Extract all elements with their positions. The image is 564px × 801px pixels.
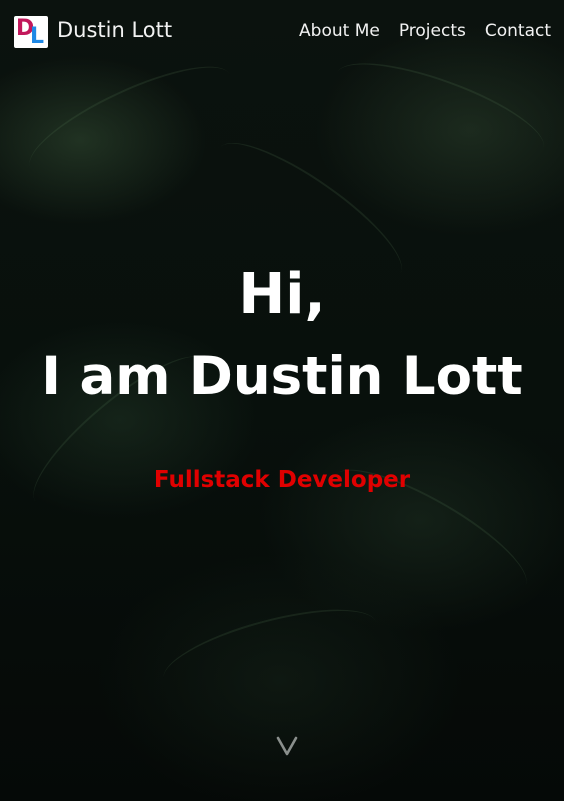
hero-page: D L Dustin Lott About Me Projects Contac… xyxy=(0,0,564,801)
hero-intro: I am Dustin Lott xyxy=(41,346,523,407)
brand-name[interactable]: Dustin Lott xyxy=(57,18,172,42)
nav-about-me[interactable]: About Me xyxy=(299,21,380,41)
chevron-down-icon[interactable] xyxy=(276,732,298,758)
hero-role: Fullstack Developer xyxy=(153,467,411,493)
site-header: D L Dustin Lott About Me Projects Contac… xyxy=(0,0,564,66)
background-leaf xyxy=(155,592,385,710)
logo-letter-l: L xyxy=(30,24,45,49)
background-leaf xyxy=(17,46,243,196)
nav-contact[interactable]: Contact xyxy=(485,21,551,41)
logo[interactable]: D L xyxy=(14,16,48,49)
hero-greeting: Hi, xyxy=(238,262,326,327)
main-nav: About Me Projects Contact xyxy=(299,21,551,41)
nav-projects[interactable]: Projects xyxy=(399,21,466,41)
